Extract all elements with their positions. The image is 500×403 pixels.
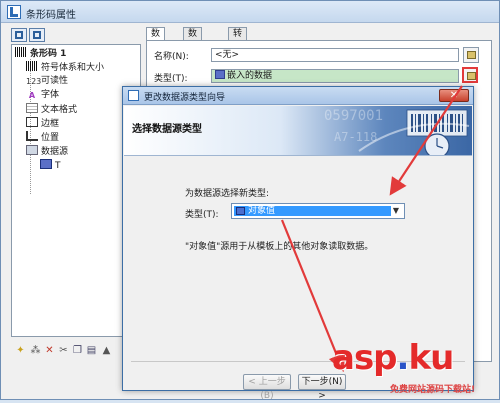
tree-item-label: 可读性: [41, 76, 69, 86]
selected-type: 对象值: [234, 206, 391, 216]
watermark-logo: asp.ku: [332, 338, 454, 378]
tree-item-label: 边框: [41, 119, 60, 129]
wizard-prompt: 为数据源选择新类型:: [185, 189, 270, 199]
tree-item-label: 数据源: [41, 147, 69, 157]
type-label: 类型(T):: [154, 74, 188, 84]
tree-item-text-format[interactable]: 文本格式: [26, 103, 77, 115]
wizard-title: 更改数据源类型向导: [144, 93, 226, 103]
change-type-icon: [467, 72, 476, 80]
embedded-data-icon: [40, 159, 52, 169]
copy-icon[interactable]: ❐: [72, 345, 83, 356]
close-button[interactable]: ✕: [439, 89, 469, 102]
watermark-caption: 免费网站源码下载站!: [390, 385, 476, 395]
position-icon: [26, 131, 38, 141]
datasource-icon: [26, 145, 38, 155]
tree-item-datasource[interactable]: 数据源: [26, 145, 68, 157]
folder-icon: [467, 51, 476, 59]
tab-datatype[interactable]: 数据类型: [183, 27, 203, 78]
tree-item-label: 字体: [41, 90, 60, 100]
back-button[interactable]: < 上一步(B): [243, 374, 291, 401]
type-value: 嵌入的数据: [227, 71, 273, 81]
tree-item-embedded-t[interactable]: T: [40, 159, 61, 171]
readability-icon: 123: [26, 77, 42, 86]
tree-item-label: 条形码 1: [30, 49, 67, 59]
delete-icon[interactable]: ✕: [44, 345, 55, 356]
barcode-icon: [15, 47, 27, 57]
tree-toolbar: [11, 28, 141, 43]
wizard-heading: 选择数据源类型: [132, 124, 202, 135]
collapse-icon: [33, 31, 41, 39]
tree-item-symbology[interactable]: 符号体系和大小: [26, 61, 104, 73]
embedded-data-icon: [215, 70, 225, 79]
wizard-titlebar: 更改数据源类型向导 ✕: [123, 87, 473, 105]
app-icon: [7, 5, 21, 19]
wizard-app-icon: [128, 90, 139, 101]
banner-graphic-icon: [358, 109, 470, 155]
text-format-icon: [26, 103, 38, 113]
type-description: "对象值"源用于从模板上的其他对象读取数据。: [185, 242, 374, 252]
new-item-icon[interactable]: ✦: [15, 345, 26, 356]
tree-item-barcode[interactable]: 条形码 1: [15, 47, 66, 59]
tree-item-label: 文本格式: [41, 105, 78, 115]
window-titlebar: 条形码属性: [1, 1, 499, 23]
tree-item-label: 符号体系和大小: [41, 63, 105, 73]
tree-item-label: 位置: [41, 133, 60, 143]
window-title: 条形码属性: [26, 10, 76, 21]
border-icon: [26, 117, 38, 127]
collapse-tree-button[interactable]: [29, 28, 45, 42]
cut-icon[interactable]: ✂: [58, 345, 69, 356]
tree-item-position[interactable]: 位置: [26, 131, 59, 143]
name-label: 名称(N):: [154, 52, 189, 62]
datasource-type-select[interactable]: 对象值 ▼: [231, 203, 405, 219]
move-up-icon[interactable]: ▲: [101, 345, 112, 356]
selected-type-label: 对象值: [248, 206, 276, 216]
paste-icon[interactable]: ▤: [86, 345, 97, 356]
tree-item-border[interactable]: 边框: [26, 117, 59, 129]
tree-item-font[interactable]: A 字体: [26, 89, 59, 101]
name-field[interactable]: <无>: [211, 48, 459, 62]
expand-tree-button[interactable]: [11, 28, 27, 42]
dropdown-arrow-icon[interactable]: ▼: [390, 205, 402, 217]
name-browse-button[interactable]: [463, 47, 479, 63]
tree-item-readability[interactable]: 123可读性: [26, 75, 68, 87]
magic-wand-icon[interactable]: ⁂: [30, 345, 41, 356]
change-type-button[interactable]: [462, 67, 478, 83]
tree-item-label: T: [55, 161, 61, 171]
wizard-banner: 选择数据源类型 0597001 A7-118: [124, 106, 472, 156]
barcode-small-icon: [26, 61, 38, 71]
font-icon: A: [28, 91, 36, 100]
close-icon: ✕: [449, 90, 459, 101]
type-field[interactable]: 嵌入的数据: [211, 69, 459, 83]
expand-icon: [15, 31, 23, 39]
object-value-icon: [236, 207, 245, 215]
tab-transform[interactable]: 转换: [228, 27, 248, 52]
wizard-type-label: 类型(T):: [185, 210, 219, 220]
